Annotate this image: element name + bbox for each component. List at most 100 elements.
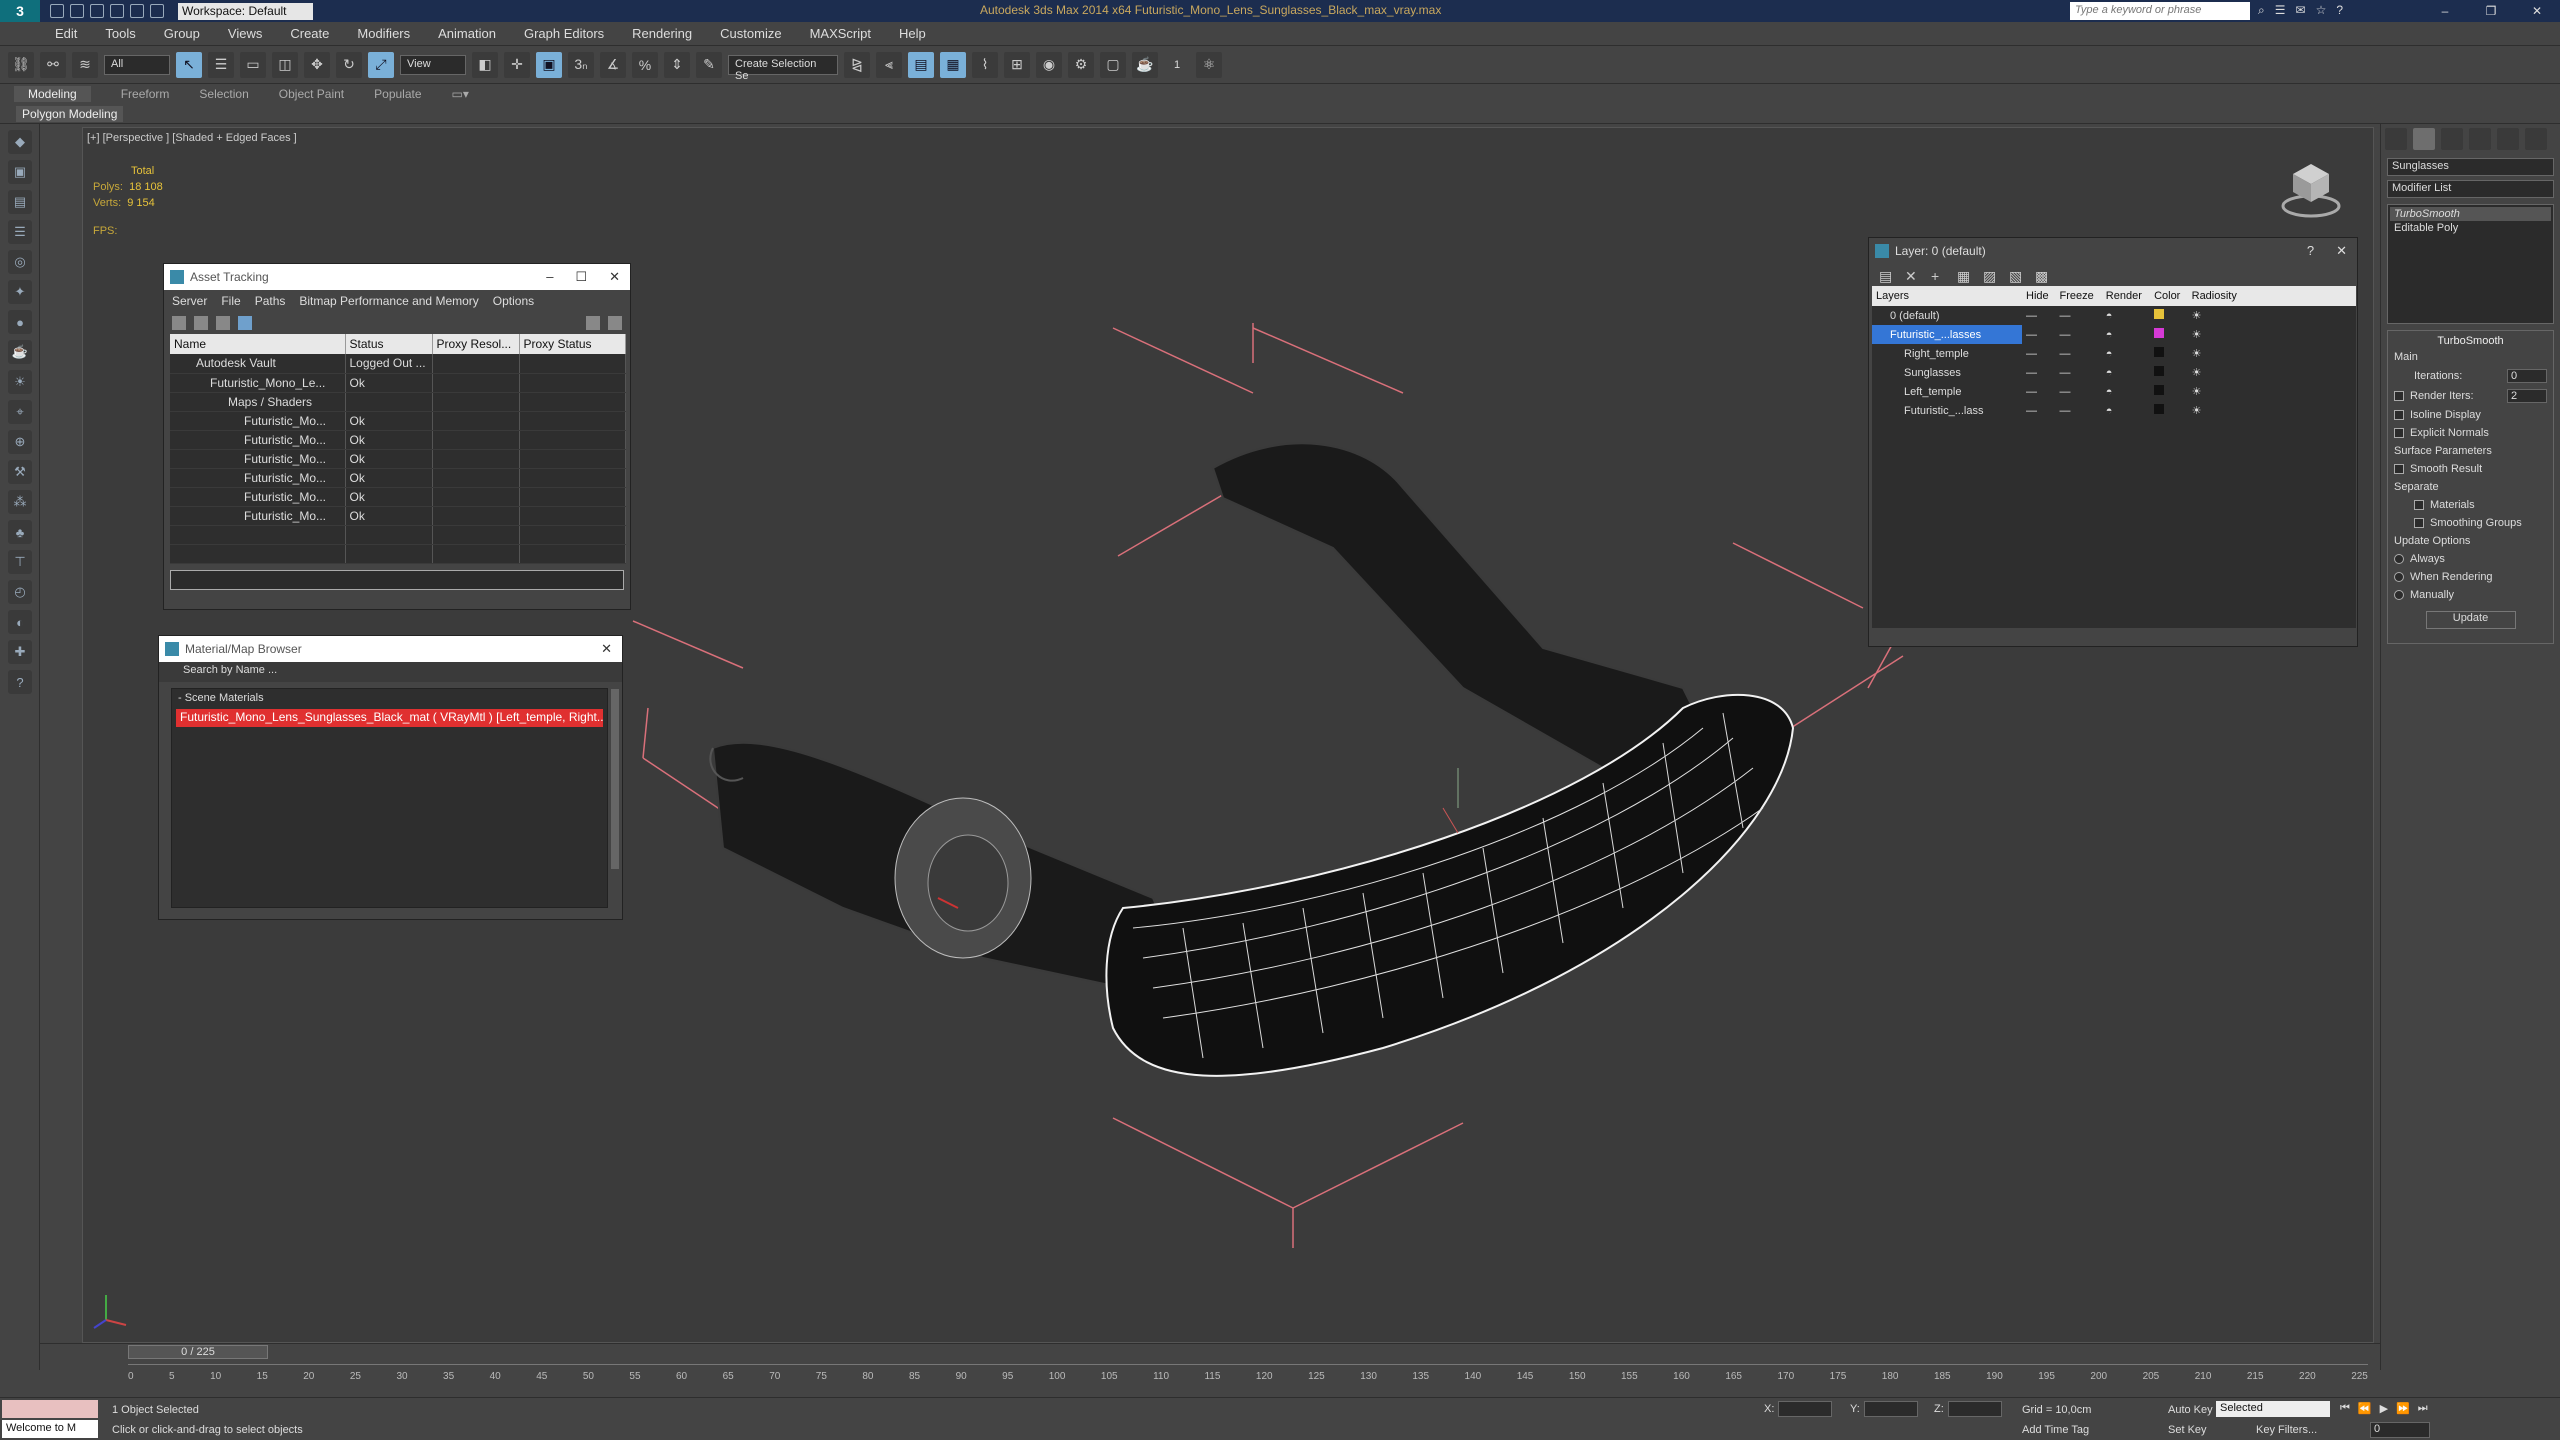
select-tool-icon[interactable]: ◆ [8,130,32,154]
hide-toggle[interactable]: — [2022,325,2056,344]
freeze-toggle[interactable]: — [2056,382,2102,401]
manually-radio[interactable] [2394,590,2404,600]
render-toggle[interactable]: ◓ [2102,382,2150,401]
render-toggle[interactable]: ◓ [2102,306,2150,325]
menu-rendering[interactable]: Rendering [632,26,692,41]
layer-manager-icon[interactable]: ▤ [908,51,934,78]
render-toggle[interactable]: ◓ [2102,401,2150,420]
named-selection-dropdown[interactable]: Create Selection Se [728,54,838,82]
key-filters-button[interactable]: Key Filters... [2256,1424,2317,1436]
render-iterative-icon[interactable]: ⚛ [1196,51,1222,78]
play-icon[interactable]: ▶ [2380,1402,2388,1415]
align-icon[interactable]: ⫷ [876,51,902,78]
render-toggle[interactable]: ◓ [2102,363,2150,382]
always-radio[interactable] [2394,554,2404,564]
layer-color-swatch[interactable] [2154,366,2165,376]
layer-row[interactable]: Sunglasses — — ◓ ☀ [1872,363,2356,382]
select-object-icon[interactable]: ↖ [176,51,202,78]
material-browser-titlebar[interactable]: Material/Map Browser ✕ [159,636,622,662]
freeze-toggle[interactable]: — [2056,363,2102,382]
radiosity-icon[interactable]: ☀ [2188,325,2246,344]
tab-modeling[interactable]: Modeling [14,86,91,102]
hide-toggle[interactable]: — [2022,344,2056,363]
edit-named-selection-icon[interactable]: ✎ [696,51,722,78]
close-icon[interactable]: ✕ [609,269,620,285]
rendered-frame-window-icon[interactable]: ▢ [1100,51,1126,78]
selection-filter-dropdown[interactable]: All [104,54,170,75]
table-view-icon[interactable] [216,316,230,330]
schematic-view-icon[interactable]: ⊞ [1004,51,1030,78]
timeline-track[interactable]: 0 5 10 15 20 25 30 35 40 45 50 55 60 65 70 75 80 85 90 95 10… [128,1364,2368,1390]
prev-frame-icon[interactable]: ⏪ [2358,1402,2372,1415]
select-in-layer-icon[interactable]: ▦ [1957,268,1971,284]
when-rendering-radio[interactable] [2394,572,2404,582]
viewcube-icon[interactable] [2279,158,2343,222]
table-row[interactable]: Autodesk Vault Logged Out ... [170,354,626,374]
radiosity-icon[interactable]: ☀ [2188,344,2246,363]
materials-checkbox[interactable] [2414,500,2424,510]
utilities-tab-icon[interactable] [2525,128,2547,150]
asset-tracking-titlebar[interactable]: Asset Tracking – ☐ ✕ [164,264,630,290]
redo-icon[interactable] [130,4,144,18]
window-crossing-icon[interactable]: ◫ [272,51,298,78]
table-row[interactable]: Futuristic_Mo... Ok [170,430,626,450]
mirror-icon[interactable]: ⧎ [844,51,870,78]
percent-snap-icon[interactable]: % [632,51,658,78]
materials-icon[interactable]: ◎ [8,250,32,274]
tab-selection[interactable]: Selection [199,87,248,101]
menu-edit[interactable]: Edit [55,26,77,41]
update-button[interactable]: Update [2425,611,2516,629]
menu-bitmap-performance[interactable]: Bitmap Performance and Memory [299,294,478,308]
render-setup-icon[interactable]: ⚙ [1068,51,1094,78]
layer-color-swatch[interactable] [2154,347,2165,357]
list-icon[interactable] [194,316,208,330]
col-color[interactable]: Color [2150,286,2188,306]
modifier-list-dropdown[interactable]: Modifier List [2387,180,2554,198]
layer-row[interactable]: Futuristic_...lass — — ◓ ☀ [1872,401,2356,420]
display-icon[interactable]: ◐ [8,610,32,634]
table-row[interactable]: Futuristic_Mo... Ok [170,449,626,469]
save-icon[interactable] [90,4,104,18]
layer-row[interactable]: Left_temple — — ◓ ☀ [1872,382,2356,401]
maximize-icon[interactable]: ☐ [575,269,587,285]
layer-color-swatch[interactable] [2154,328,2165,338]
helper-icon[interactable]: ⊕ [8,430,32,454]
col-proxy-resolution[interactable]: Proxy Resol... [432,334,520,354]
delete-layer-icon[interactable]: ✕ [1905,268,1919,284]
set-key-button[interactable]: Set Key [2168,1424,2207,1436]
tab-populate[interactable]: Populate [374,87,421,101]
polygon-modeling-button[interactable]: Polygon Modeling [16,106,124,122]
add-to-layer-icon[interactable]: + [1931,268,1945,284]
render-iters-checkbox[interactable] [2394,391,2404,401]
explicit-normals-checkbox[interactable] [2394,428,2404,438]
z-field[interactable] [1947,1401,2002,1417]
menu-paths[interactable]: Paths [255,294,286,308]
help-icon[interactable] [586,316,600,330]
material-scrollbar[interactable] [611,689,619,869]
layer-row[interactable]: Futuristic_...lasses — — ◓ ☀ [1872,325,2356,344]
col-hide[interactable]: Hide [2022,286,2056,306]
col-layers[interactable]: Layers [1872,286,2022,306]
link-icon[interactable]: ⛓ [8,51,34,78]
menu-modifiers[interactable]: Modifiers [357,26,410,41]
render-iters-spinner[interactable]: 2 [2507,389,2547,403]
new-icon[interactable] [50,4,64,18]
layer-row[interactable]: 0 (default) — — ◓ ☀ [1872,306,2356,325]
stack-item-turbosmooth[interactable]: TurboSmooth [2390,207,2551,221]
next-frame-icon[interactable]: ⏩ [2396,1402,2410,1415]
table-row[interactable]: Futuristic_Mo... Ok [170,487,626,507]
render-production-icon[interactable]: ☕ [1132,51,1158,78]
keyboard-shortcut-toggle-icon[interactable]: ▣ [536,51,562,78]
material-editor-icon[interactable]: ◉ [1036,51,1062,78]
menu-views[interactable]: Views [228,26,262,41]
communication-icon[interactable]: ✉ [2296,3,2306,18]
hide-toggle[interactable]: — [2022,382,2056,401]
rollout-title[interactable]: TurboSmooth [2394,335,2547,347]
grid-view-icon[interactable] [238,316,252,330]
maxscript-listener[interactable]: Welcome to M [2,1420,98,1438]
table-row[interactable]: Futuristic_Mo... Ok [170,411,626,431]
key-mode-dropdown[interactable]: Selected [2216,1401,2330,1417]
select-manipulate-icon[interactable]: ✛ [504,51,530,78]
close-icon[interactable]: ✕ [601,641,612,657]
maxscript-listener-pink[interactable] [2,1400,98,1418]
